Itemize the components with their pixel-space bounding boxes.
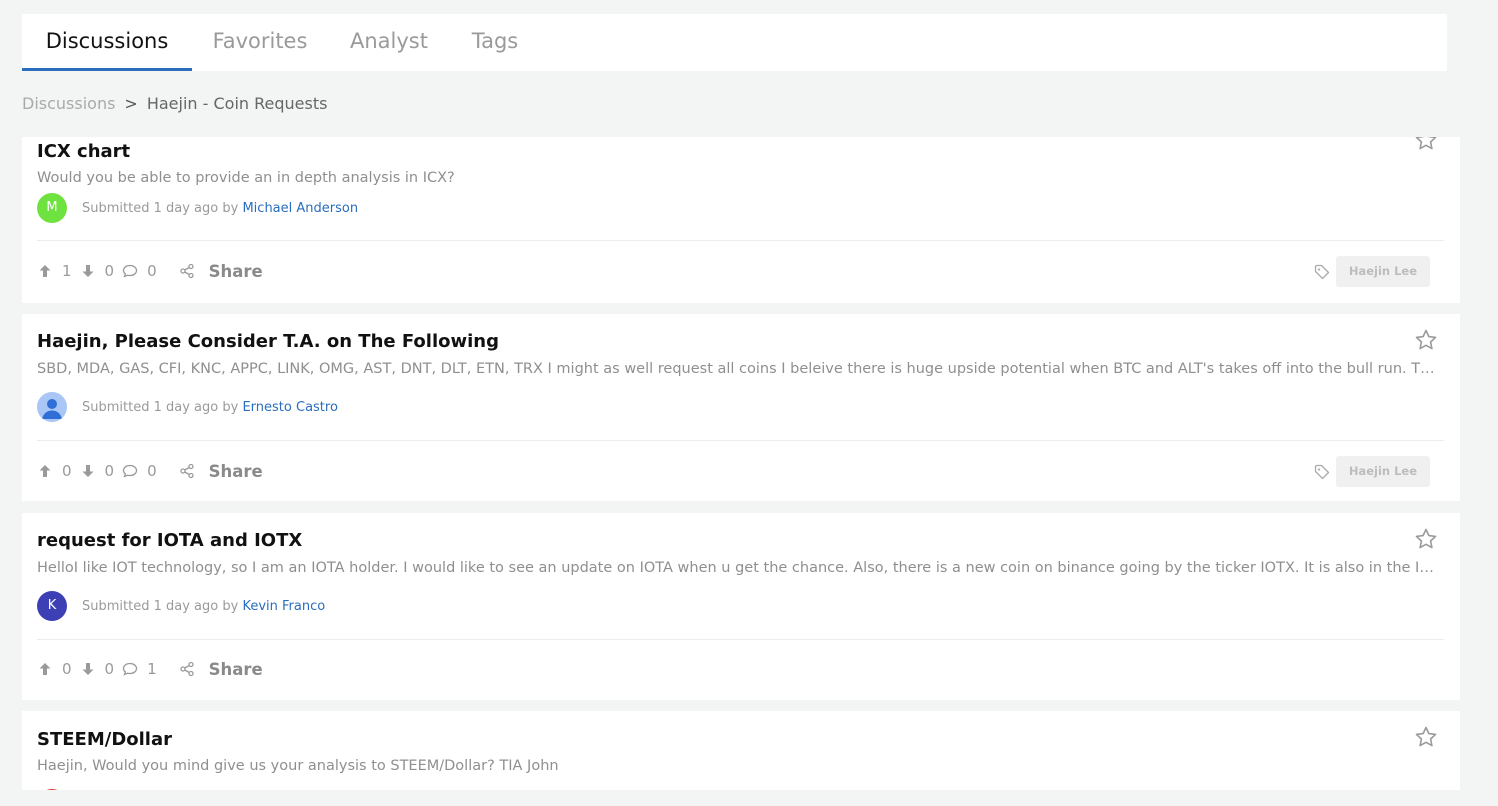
share-button[interactable]: Share [209, 660, 263, 679]
discussion-card: ICX chart Would you be able to provide a… [22, 137, 1460, 303]
favorite-star-icon[interactable] [1414, 328, 1438, 352]
downvote-arrow-icon[interactable] [80, 661, 96, 677]
author-link[interactable]: Kevin Franco [242, 599, 325, 614]
by-label: by [222, 400, 239, 415]
author-link[interactable]: Michael Anderson [242, 201, 358, 216]
tab-analyst[interactable]: Analyst [342, 14, 436, 71]
breadcrumb-current: Haejin - Coin Requests [146, 94, 328, 113]
breadcrumb: Discussions > Haejin - Coin Requests [22, 94, 327, 113]
user-silhouette-icon [42, 399, 62, 419]
downvote-count: 0 [104, 462, 115, 480]
discussion-title[interactable]: Haejin, Please Consider T.A. on The Foll… [37, 331, 499, 352]
avatar-letter: K [47, 598, 57, 613]
tab-tags[interactable]: Tags [462, 14, 528, 71]
avatar[interactable] [37, 789, 67, 790]
breadcrumb-separator: > [124, 94, 138, 113]
divider [37, 240, 1444, 241]
submission-meta: Submitted 1 day ago by Kevin Franco [82, 599, 325, 614]
upvote-arrow-icon[interactable] [37, 661, 53, 677]
breadcrumb-discussions-link[interactable]: Discussions [22, 94, 115, 113]
favorite-star-icon[interactable] [1414, 725, 1438, 749]
submitted-time: 1 day ago [153, 201, 219, 216]
share-button[interactable]: Share [209, 262, 263, 281]
tab-bar: Discussions Favorites Analyst Tags [22, 14, 1447, 71]
avatar[interactable] [37, 392, 67, 422]
tag-group: Haejin Lee [1314, 256, 1430, 287]
submitted-label: Submitted [82, 599, 150, 614]
downvote-arrow-icon[interactable] [80, 263, 96, 279]
avatar[interactable]: M [37, 193, 67, 223]
submitted-time: 1 day ago [153, 400, 219, 415]
tag-chip[interactable]: Haejin Lee [1335, 456, 1430, 487]
downvote-count: 0 [104, 262, 115, 280]
divider [37, 639, 1444, 640]
discussion-card: Haejin, Please Consider T.A. on The Foll… [22, 314, 1460, 501]
share-nodes-icon[interactable] [179, 463, 195, 479]
favorite-star-icon[interactable] [1414, 137, 1438, 152]
upvote-count: 0 [62, 660, 72, 678]
share-nodes-icon[interactable] [179, 661, 195, 677]
submitted-time: 1 day ago [153, 599, 219, 614]
action-bar: 1 0 0 Share [37, 260, 263, 282]
tag-chip[interactable]: Haejin Lee [1335, 256, 1430, 287]
discussion-title[interactable]: STEEM/Dollar [37, 729, 172, 750]
discussion-card: STEEM/Dollar Haejin, Would you mind give… [22, 711, 1460, 790]
by-label: by [222, 201, 239, 216]
downvote-arrow-icon[interactable] [80, 463, 96, 479]
tag-group: Haejin Lee [1314, 456, 1430, 487]
discussion-description: Haejin, Would you mind give us your anal… [37, 758, 559, 774]
share-nodes-icon[interactable] [179, 263, 195, 279]
tag-icon [1314, 464, 1330, 480]
action-bar: 0 0 1 Share [37, 658, 263, 680]
share-button[interactable]: Share [209, 462, 263, 481]
tab-discussions[interactable]: Discussions [22, 14, 192, 71]
divider [37, 440, 1444, 441]
discussion-description: Would you be able to provide an in depth… [37, 170, 455, 186]
submitted-label: Submitted [82, 201, 150, 216]
discussion-description: SBD, MDA, GAS, CFI, KNC, APPC, LINK, OMG… [37, 361, 1443, 377]
discussion-title[interactable]: request for IOTA and IOTX [37, 530, 302, 551]
upvote-count: 1 [62, 262, 72, 280]
submission-meta: Submitted 1 day ago by Ernesto Castro [82, 400, 338, 415]
submitted-label: Submitted [82, 400, 150, 415]
favorite-star-icon[interactable] [1414, 527, 1438, 551]
upvote-arrow-icon[interactable] [37, 263, 53, 279]
author-link[interactable]: Ernesto Castro [242, 400, 337, 415]
tab-favorites[interactable]: Favorites [202, 14, 318, 71]
discussion-card: request for IOTA and IOTX HelloI like IO… [22, 513, 1460, 700]
avatar[interactable]: K [37, 591, 67, 621]
comment-bubble-icon[interactable] [122, 661, 138, 677]
discussion-description: HelloI like IOT technology, so I am an I… [37, 560, 1443, 576]
upvote-count: 0 [62, 462, 72, 480]
tag-icon [1314, 264, 1330, 280]
discussion-title[interactable]: ICX chart [37, 141, 130, 162]
action-bar: 0 0 0 Share [37, 460, 263, 482]
downvote-count: 0 [104, 660, 115, 678]
discussion-list: ICX chart Would you be able to provide a… [22, 137, 1460, 790]
comment-bubble-icon[interactable] [122, 463, 138, 479]
avatar-letter: M [46, 200, 58, 215]
upvote-arrow-icon[interactable] [37, 463, 53, 479]
comment-bubble-icon[interactable] [122, 263, 138, 279]
comment-count: 0 [147, 262, 157, 280]
submission-meta: Submitted 1 day ago by Michael Anderson [82, 201, 358, 216]
comment-count: 1 [147, 660, 157, 678]
by-label: by [222, 599, 239, 614]
comment-count: 0 [147, 462, 157, 480]
